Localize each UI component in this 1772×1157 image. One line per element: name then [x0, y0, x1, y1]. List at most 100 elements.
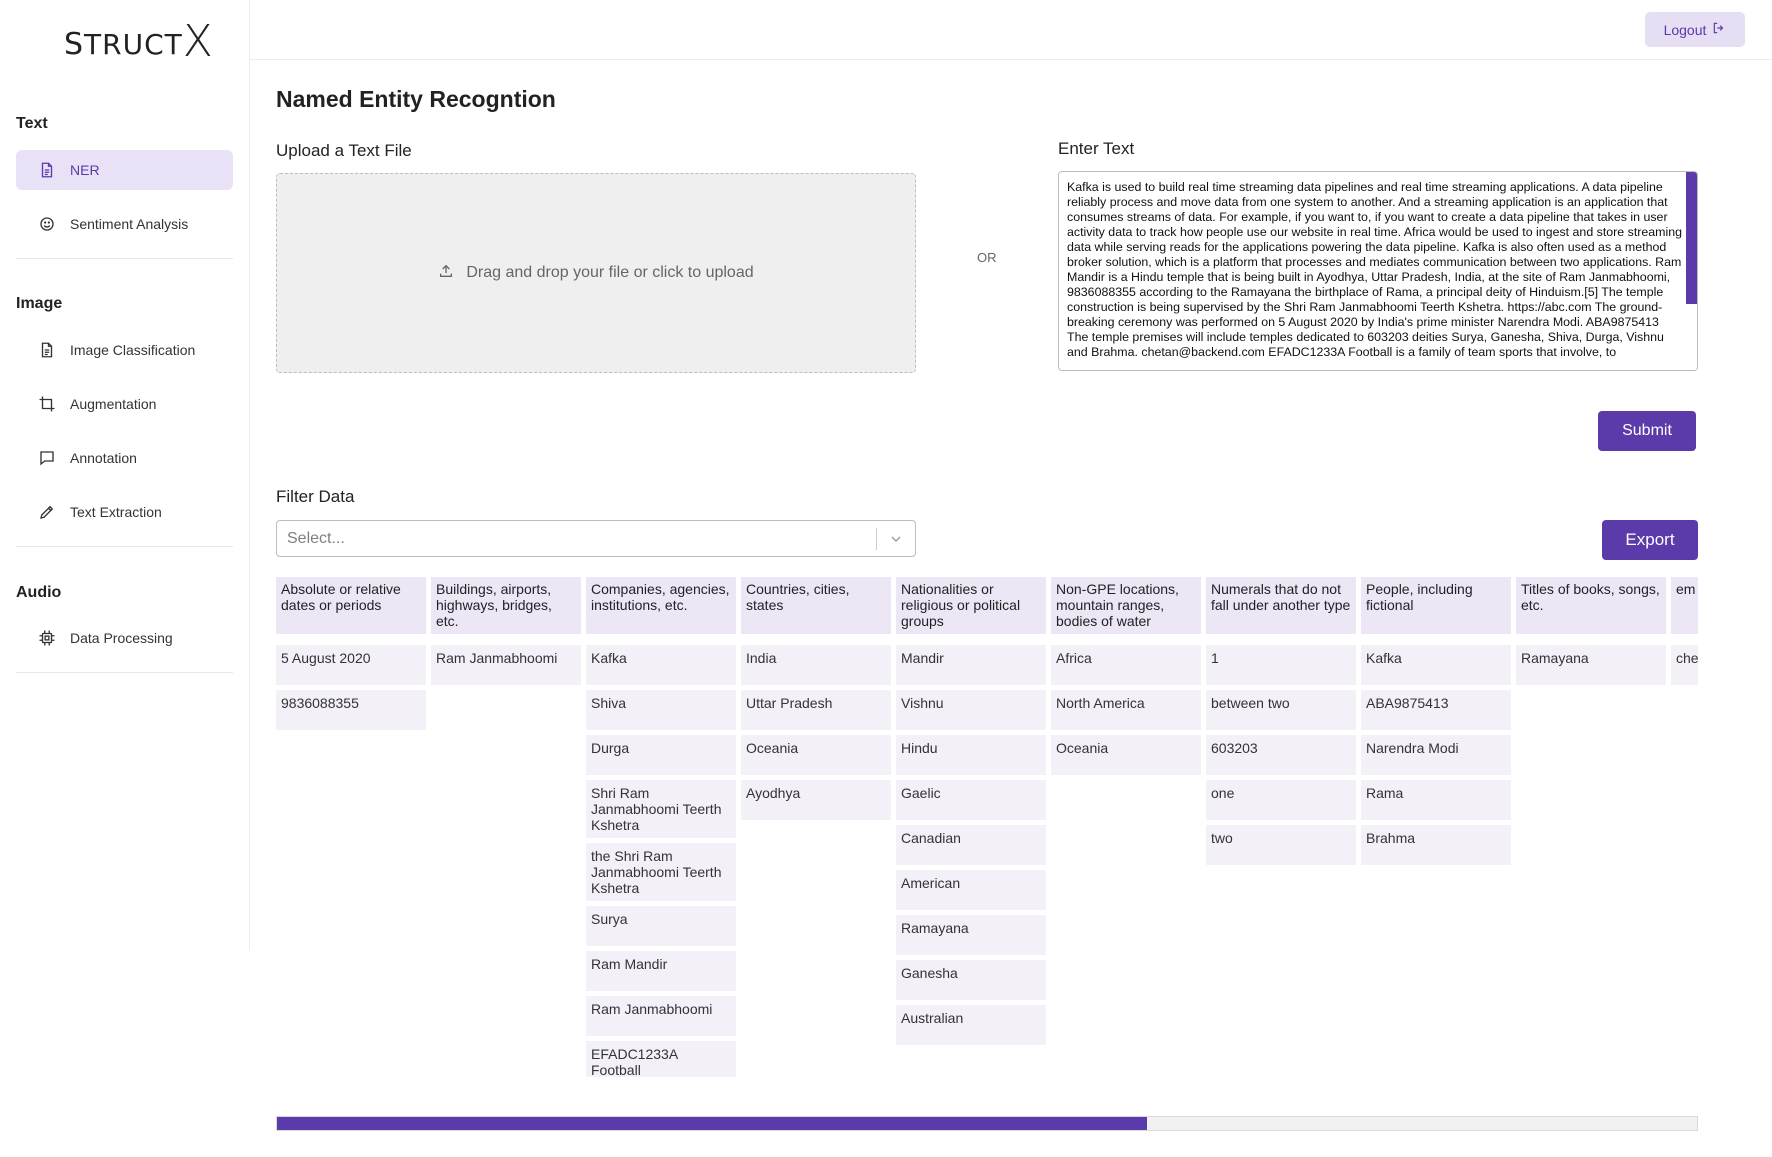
entity-column: em che	[1671, 577, 1698, 685]
table-cell: Ayodhya	[741, 780, 891, 820]
table-cell: Ramayana	[896, 915, 1046, 955]
table-cell: Uttar Pradesh	[741, 690, 891, 730]
column-header: Nationalities or religious or political …	[896, 577, 1046, 634]
sidebar-item-label: Sentiment Analysis	[70, 216, 189, 232]
table-cell: 603203	[1206, 735, 1356, 775]
filter-select[interactable]: Select...	[276, 520, 916, 557]
table-cell: Gaelic	[896, 780, 1046, 820]
chip-icon	[38, 629, 56, 647]
sidebar-divider	[16, 672, 233, 673]
table-cell: North America	[1051, 690, 1201, 730]
file-dropzone[interactable]: Drag and drop your file or click to uplo…	[276, 173, 916, 373]
table-cell: Oceania	[741, 735, 891, 775]
table-cell: Africa	[1051, 645, 1201, 685]
table-cell: Brahma	[1361, 825, 1511, 865]
pencil-icon	[38, 503, 56, 521]
entity-column: Absolute or relative dates or periods 5 A…	[276, 577, 426, 730]
column-header: Non-GPE locations, mountain ranges, bodi…	[1051, 577, 1201, 634]
sidebar-item-label: Augmentation	[70, 396, 157, 412]
horizontal-scrollbar-thumb[interactable]	[277, 1117, 1148, 1130]
table-cell: Kafka	[586, 645, 736, 685]
table-cell: 5 August 2020	[276, 645, 426, 685]
entity-column: People, including fictional Kafka ABA98754…	[1361, 577, 1511, 865]
table-cell: Ram Janmabhoomi	[431, 645, 581, 685]
table-cell: Oceania	[1051, 735, 1201, 775]
column-header: Buildings, airports, highways, bridges, …	[431, 577, 581, 634]
entity-column: Buildings, airports, highways, bridges, …	[431, 577, 581, 685]
chevron-down-icon[interactable]	[877, 531, 915, 547]
page-title: Named Entity Recogntion	[276, 86, 556, 112]
table-cell: 1	[1206, 645, 1356, 685]
logout-button[interactable]: Logout	[1645, 12, 1745, 47]
column-header: em	[1671, 577, 1698, 634]
dropzone-text: Drag and drop your file or click to uplo…	[466, 264, 754, 281]
table-cell: Shiva	[586, 690, 736, 730]
entity-column: Countries, cities, states India Uttar Prad…	[741, 577, 891, 820]
textarea-scrollbar[interactable]	[1686, 172, 1697, 370]
text-input-value: Kafka is used to build real time streami…	[1067, 180, 1683, 359]
horizontal-scrollbar[interactable]	[276, 1116, 1698, 1131]
sidebar-item-label: Data Processing	[70, 630, 173, 646]
table-cell: American	[896, 870, 1046, 910]
submit-button[interactable]: Submit	[1598, 411, 1696, 451]
table-cell: Canadian	[896, 825, 1046, 865]
table-cell: EFADC1233A Football	[586, 1041, 736, 1077]
sidebar-item-label: NER	[70, 162, 100, 178]
enter-text-label: Enter Text	[1058, 139, 1135, 158]
sidebar-divider	[16, 546, 233, 547]
column-header: Titles of books, songs, etc.	[1516, 577, 1666, 634]
sidebar-item-image-classification[interactable]: Image Classification	[16, 330, 233, 370]
crop-icon	[38, 395, 56, 413]
sidebar-item-annotation[interactable]: Annotation	[16, 438, 233, 478]
logout-icon	[1712, 21, 1726, 38]
table-cell: che	[1671, 645, 1698, 685]
table-cell: Shri Ram Janmabhoomi Teerth Kshetra	[586, 780, 736, 838]
sidebar-item-ner[interactable]: NER	[16, 150, 233, 190]
smiley-icon	[38, 215, 56, 233]
textarea-scrollbar-thumb[interactable]	[1686, 172, 1697, 304]
column-header: Companies, agencies, institutions, etc.	[586, 577, 736, 634]
table-cell: India	[741, 645, 891, 685]
app-logo: STRUCTX	[64, 16, 214, 67]
table-cell: Ram Mandir	[586, 951, 736, 991]
sidebar: STRUCTX Text NER Sentiment Analysis Imag…	[0, 0, 250, 950]
table-cell: Mandir	[896, 645, 1046, 685]
table-cell: Durga	[586, 735, 736, 775]
sidebar-item-label: Image Classification	[70, 342, 196, 358]
sidebar-item-text-extraction[interactable]: Text Extraction	[16, 492, 233, 532]
entity-column: Companies, agencies, institutions, etc. K…	[586, 577, 736, 1077]
top-bar: Logout	[250, 0, 1772, 60]
table-cell: two	[1206, 825, 1356, 865]
table-cell: ABA9875413	[1361, 690, 1511, 730]
sidebar-item-label: Annotation	[70, 450, 137, 466]
table-cell: 9836088355	[276, 690, 426, 730]
entity-column: Titles of books, songs, etc. Ramayana	[1516, 577, 1666, 685]
table-cell: Australian	[896, 1005, 1046, 1045]
sidebar-item-data-processing[interactable]: Data Processing	[16, 618, 233, 658]
sidebar-divider	[16, 258, 233, 259]
document-icon	[38, 341, 56, 359]
sidebar-section-text: Text	[16, 115, 48, 132]
export-button[interactable]: Export	[1602, 520, 1698, 560]
upload-icon	[438, 263, 454, 284]
sidebar-section-audio: Audio	[16, 584, 62, 601]
column-header: Countries, cities, states	[741, 577, 891, 634]
text-input-area[interactable]: Kafka is used to build real time streami…	[1058, 171, 1698, 371]
table-cell: Rama	[1361, 780, 1511, 820]
table-cell: between two	[1206, 690, 1356, 730]
sidebar-item-augmentation[interactable]: Augmentation	[16, 384, 233, 424]
table-cell: Surya	[586, 906, 736, 946]
table-cell: Kafka	[1361, 645, 1511, 685]
entity-column: Numerals that do not fall under another …	[1206, 577, 1356, 865]
sidebar-item-sentiment-analysis[interactable]: Sentiment Analysis	[16, 204, 233, 244]
table-cell: Ram Janmabhoomi	[586, 996, 736, 1036]
upload-label: Upload a Text File	[276, 141, 412, 160]
entity-table: Absolute or relative dates or periods 5 A…	[276, 577, 1698, 1077]
sidebar-item-label: Text Extraction	[70, 504, 162, 520]
table-cell: Ramayana	[1516, 645, 1666, 685]
chat-icon	[38, 449, 56, 467]
filter-select-placeholder: Select...	[287, 529, 345, 547]
table-cell: Hindu	[896, 735, 1046, 775]
logout-label: Logout	[1663, 21, 1707, 38]
table-cell: the Shri Ram Janmabhoomi Teerth Kshetra	[586, 843, 736, 901]
